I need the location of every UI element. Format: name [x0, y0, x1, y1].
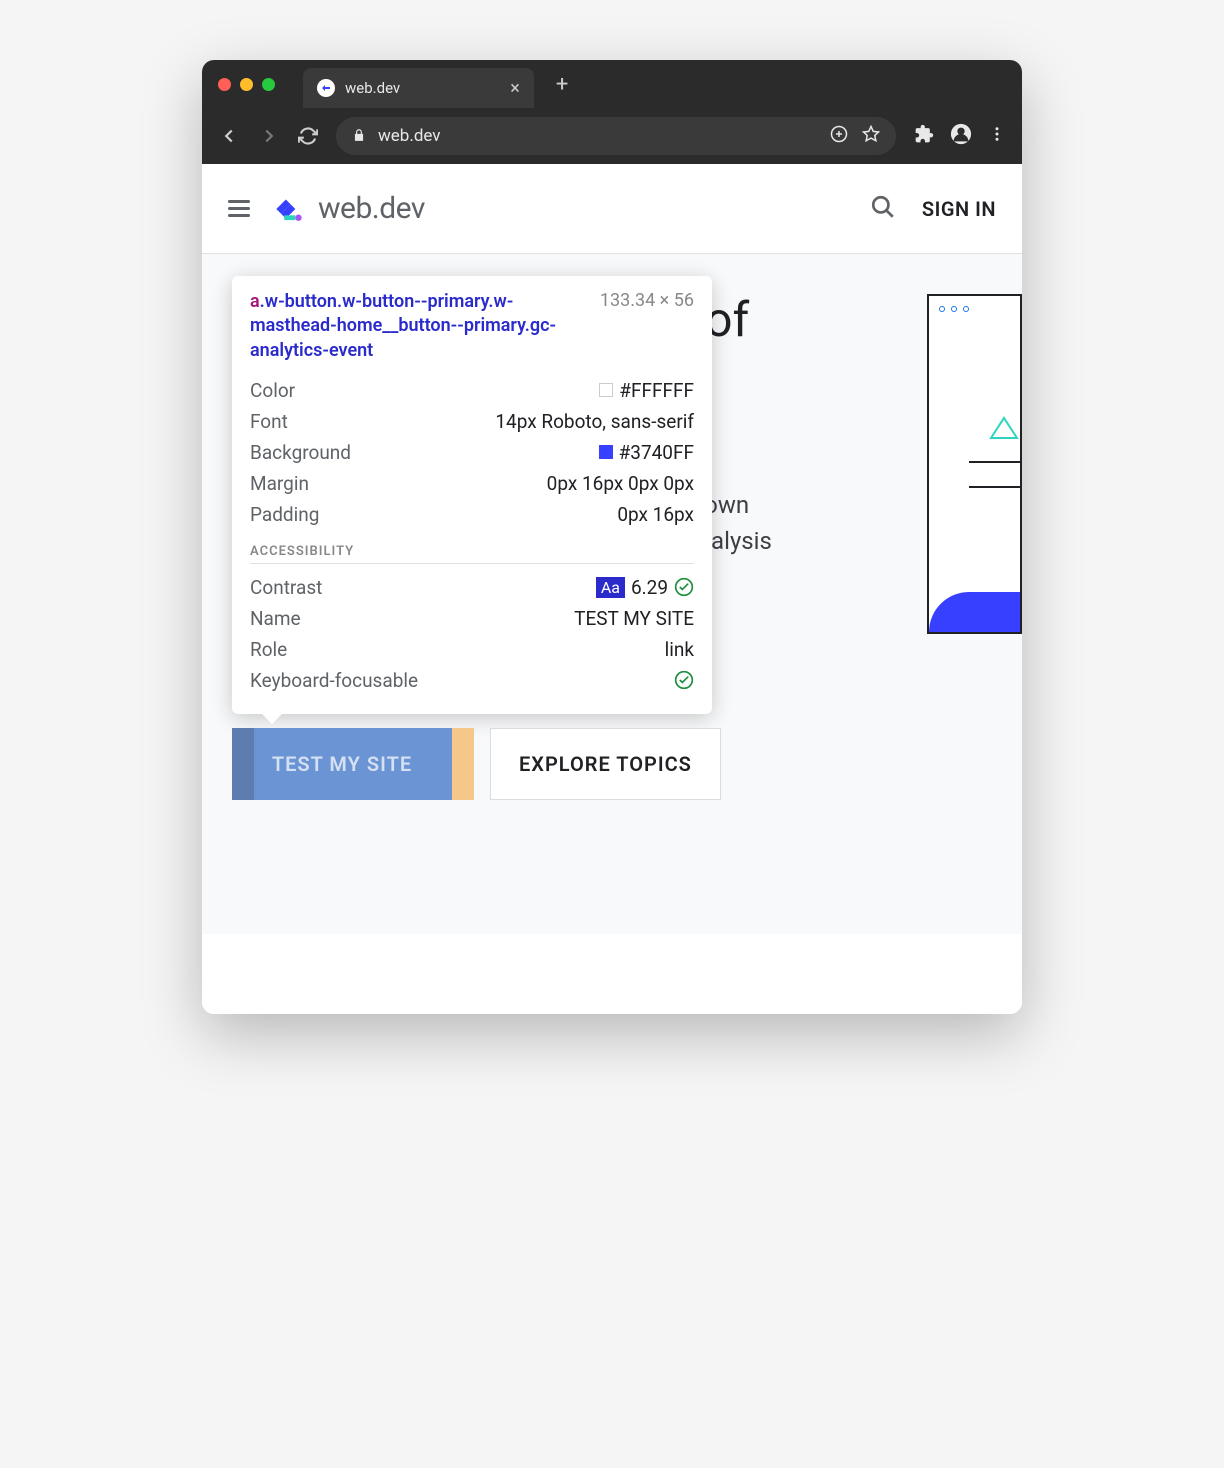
color-swatch-icon	[599, 383, 613, 397]
cta-buttons: TEST MY SITE EXPLORE TOPICS	[232, 728, 721, 800]
forward-icon[interactable]	[258, 125, 280, 147]
profile-icon[interactable]	[950, 123, 972, 149]
explore-topics-button[interactable]: EXPLORE TOPICS	[490, 728, 721, 800]
explore-topics-label: EXPLORE TOPICS	[519, 752, 692, 776]
reload-icon[interactable]	[298, 126, 318, 146]
search-icon[interactable]	[870, 194, 896, 224]
back-icon[interactable]	[218, 125, 240, 147]
triangle-icon	[989, 416, 1019, 440]
address-bar[interactable]: web.dev	[336, 117, 896, 155]
menu-icon[interactable]	[988, 125, 1006, 147]
favicon-icon	[317, 79, 335, 97]
style-row-background: Background #3740FF	[250, 437, 694, 468]
check-icon	[674, 577, 694, 597]
style-row-padding: Padding 0px 16px	[250, 499, 694, 530]
test-my-site-button[interactable]: TEST MY SITE	[232, 728, 452, 800]
contrast-badge: Aa	[596, 577, 625, 598]
a11y-row-keyboard: Keyboard-focusable	[250, 665, 694, 696]
element-dimensions: 133.34 × 56	[600, 290, 694, 363]
close-tab-icon[interactable]: ×	[510, 78, 520, 99]
add-icon[interactable]	[830, 125, 848, 147]
devtools-inspect-tooltip: a.w-button.w-button--primary.w-masthead-…	[232, 276, 712, 714]
page-content: re of your own nd analysis a.w-button.w-…	[202, 254, 1022, 934]
site-header: web.dev SIGN IN	[202, 164, 1022, 254]
tab-title: web.dev	[345, 79, 400, 97]
address-bar-row: web.dev	[202, 108, 1022, 164]
url-text: web.dev	[378, 126, 441, 146]
minimize-window-button[interactable]	[240, 78, 253, 91]
a11y-row-contrast: Contrast Aa 6.29	[250, 572, 694, 603]
webdev-logo-icon	[270, 190, 308, 228]
titlebar: web.dev × +	[202, 60, 1022, 108]
browser-window: web.dev × + web.dev	[202, 60, 1022, 1014]
window-controls	[218, 78, 275, 91]
hero-illustration	[927, 294, 1022, 634]
browser-tab[interactable]: web.dev ×	[303, 68, 534, 108]
footer-area	[202, 934, 1022, 1014]
extensions-icon[interactable]	[914, 124, 934, 148]
style-row-color: Color #FFFFFF	[250, 375, 694, 406]
signin-button[interactable]: SIGN IN	[922, 197, 996, 221]
accessibility-section-label: ACCESSIBILITY	[250, 544, 694, 564]
style-row-margin: Margin 0px 16px 0px 0px	[250, 468, 694, 499]
style-row-font: Font 14px Roboto, sans-serif	[250, 406, 694, 437]
site-logo[interactable]: web.dev	[270, 190, 425, 228]
check-icon	[674, 670, 694, 690]
hamburger-icon[interactable]	[228, 200, 250, 217]
close-window-button[interactable]	[218, 78, 231, 91]
test-my-site-label: TEST MY SITE	[272, 752, 412, 776]
new-tab-button[interactable]: +	[556, 72, 568, 97]
a11y-row-name: Name TEST MY SITE	[250, 603, 694, 634]
element-selector: a.w-button.w-button--primary.w-masthead-…	[250, 290, 584, 363]
background-swatch-icon	[599, 445, 613, 459]
site-brand: web.dev	[318, 191, 425, 226]
maximize-window-button[interactable]	[262, 78, 275, 91]
a11y-row-role: Role link	[250, 634, 694, 665]
star-icon[interactable]	[862, 125, 880, 147]
lock-icon	[352, 127, 366, 146]
